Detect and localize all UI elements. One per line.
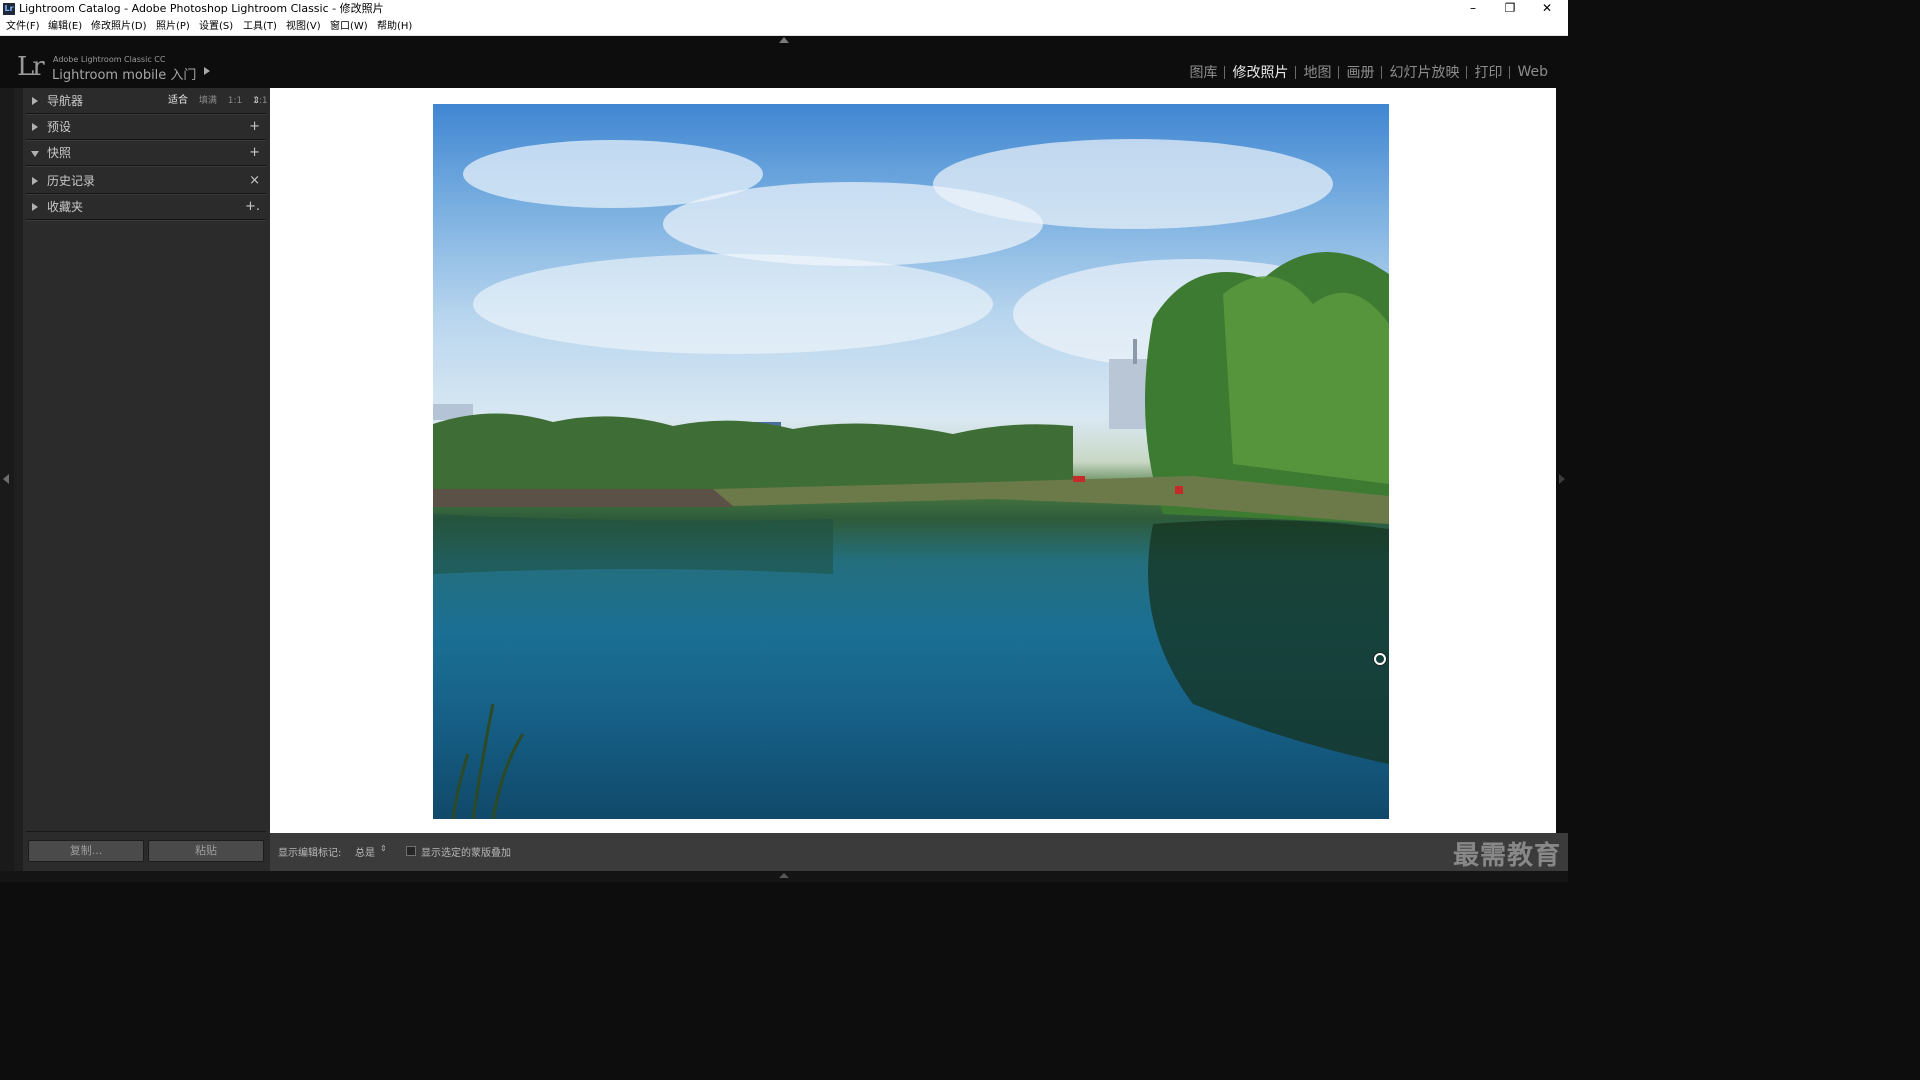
presets-label: 预设 (47, 120, 72, 134)
paste-button[interactable]: 粘贴 (148, 840, 264, 862)
restore-icon[interactable]: ❐ (1495, 0, 1525, 18)
module-picker: 图库 修改照片 地图 画册 幻灯片放映 打印 Web (1182, 62, 1555, 82)
show-edit-pins-select[interactable]: 总是 (355, 844, 375, 859)
top-panel-toggle-icon[interactable] (779, 37, 789, 43)
close-icon[interactable]: ✕ (1532, 0, 1562, 18)
menu-help[interactable]: 帮助(H) (377, 18, 412, 35)
lightroom-logo: Lr (17, 52, 45, 82)
window-title: Lightroom Catalog - Adobe Photoshop Ligh… (19, 2, 384, 15)
module-library[interactable]: 图库 (1182, 62, 1224, 82)
add-collection-icon[interactable]: +. (245, 195, 260, 219)
left-panel-toggle-icon[interactable] (3, 474, 9, 484)
zoom-ratio-stepper-icon[interactable]: ⇕ (252, 89, 260, 113)
add-snapshot-icon[interactable]: + (249, 141, 260, 165)
module-slideshow[interactable]: 幻灯片放映 (1382, 62, 1466, 82)
menu-photo[interactable]: 照片(P) (156, 18, 190, 35)
menu-bar: 文件(F) 编辑(E) 修改照片(D) 照片(P) 设置(S) 工具(T) 视图… (0, 18, 1568, 36)
menu-develop[interactable]: 修改照片(D) (91, 18, 147, 35)
collections-label: 收藏夹 (47, 200, 84, 214)
expand-triangle-icon[interactable] (31, 151, 39, 157)
add-preset-icon[interactable]: + (249, 115, 260, 139)
minimize-icon[interactable]: – (1458, 0, 1488, 18)
history-label: 历史记录 (47, 174, 96, 188)
show-edit-pins-label: 显示编辑标记: (278, 848, 342, 859)
left-panel: 导航器 适合 填满 1:1 2:1 ⇕ 预设 + 快照 + 历史记录 × 收藏夹… (14, 88, 270, 872)
menu-settings[interactable]: 设置(S) (199, 18, 233, 35)
collapse-triangle-icon[interactable] (32, 97, 38, 105)
lake-landscape-photo[interactable] (433, 104, 1389, 819)
bottom-panel-toggle-icon[interactable] (779, 873, 789, 878)
module-print[interactable]: 打印 (1467, 62, 1509, 82)
module-book[interactable]: 画册 (1339, 62, 1381, 82)
select-arrows-icon[interactable]: ⇕ (380, 844, 387, 853)
history-panel-header[interactable]: 历史记录 × (26, 169, 266, 194)
left-panel-scroll-strip[interactable] (14, 88, 23, 871)
module-develop[interactable]: 修改照片 (1225, 62, 1295, 82)
lightroom-app-icon: Lr (3, 3, 15, 15)
menu-tools[interactable]: 工具(T) (243, 18, 277, 35)
copy-paste-bar: 复制... 粘贴 (26, 831, 266, 872)
identity-plate-product-name: Adobe Lightroom Classic CC (53, 55, 166, 64)
module-web[interactable]: Web (1510, 64, 1555, 80)
snapshots-label: 快照 (47, 146, 72, 160)
play-arrow-icon[interactable] (204, 67, 210, 75)
zoom-1-1[interactable]: 1:1 (228, 96, 242, 106)
collapse-triangle-icon[interactable] (32, 123, 38, 131)
navigator-label: 导航器 (47, 94, 84, 108)
menu-edit[interactable]: 编辑(E) (48, 18, 82, 35)
loupe-view (270, 88, 1556, 833)
menu-view[interactable]: 视图(V) (286, 18, 321, 35)
collapse-triangle-icon[interactable] (32, 177, 38, 185)
right-panel-toggle-icon[interactable] (1559, 474, 1565, 484)
watermark-logo: 最需教育 (1452, 841, 1561, 871)
menu-window[interactable]: 窗口(W) (330, 18, 368, 35)
window-title-bar: Lr Lightroom Catalog - Adobe Photoshop L… (0, 0, 1568, 18)
collections-panel-header[interactable]: 收藏夹 +. (26, 195, 266, 220)
clear-history-icon[interactable]: × (249, 169, 260, 193)
menu-file[interactable]: 文件(F) (6, 18, 40, 35)
photo-scenery-graphic (433, 139, 1389, 819)
show-mask-overlay-checkbox[interactable] (406, 846, 416, 856)
presets-panel-header[interactable]: 预设 + (26, 115, 266, 140)
copy-button[interactable]: 复制... (28, 840, 144, 862)
navigator-panel-header[interactable]: 导航器 适合 填满 1:1 2:1 ⇕ (26, 89, 268, 114)
lightroom-mobile-getting-started[interactable]: Lightroom mobile 入门 (52, 64, 196, 83)
zoom-fit[interactable]: 适合 (168, 95, 188, 106)
zoom-fill[interactable]: 填满 (199, 96, 217, 106)
collapse-triangle-icon[interactable] (32, 203, 38, 211)
module-map[interactable]: 地图 (1296, 62, 1338, 82)
snapshots-panel-header[interactable]: 快照 + (26, 141, 266, 166)
show-mask-overlay-label[interactable]: 显示选定的蒙版叠加 (421, 844, 511, 859)
develop-toolbar: 显示编辑标记: 总是 ⇕ 显示选定的蒙版叠加 最需教育 (270, 833, 1568, 871)
edit-pin-cursor[interactable] (1374, 653, 1386, 665)
